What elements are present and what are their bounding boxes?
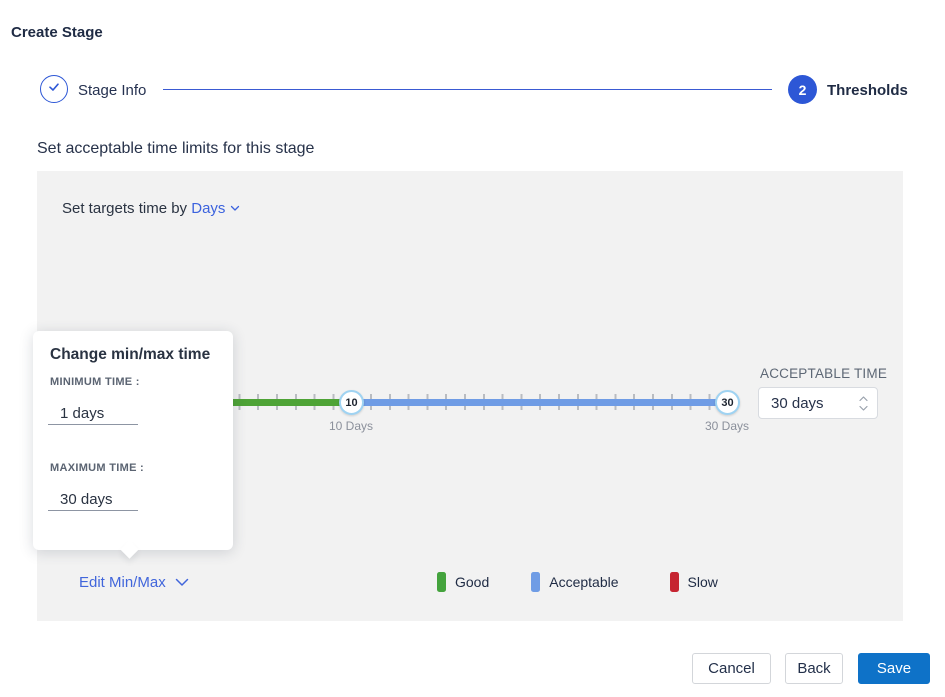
maximum-time-value[interactable]: 30 days [48, 483, 138, 508]
slow-swatch [670, 572, 679, 592]
step1-label[interactable]: Stage Info [78, 82, 146, 99]
legend-label: Acceptable [549, 574, 618, 590]
chevron-down-icon [175, 578, 189, 587]
chevron-down-icon[interactable] [230, 199, 240, 216]
threshold-legend: Good Acceptable Slow [437, 572, 718, 592]
target-time-prefix: Set targets time by [62, 200, 187, 217]
step2-label: Thresholds [827, 82, 908, 99]
slider-max-value-label: 30 Days [687, 419, 767, 433]
slider-min-handle[interactable]: 10 [339, 390, 364, 415]
edit-minmax-button[interactable]: Edit Min/Max [79, 574, 189, 591]
target-time-row: Set targets time by Days [62, 199, 240, 217]
maximum-time-input[interactable]: 30 days [48, 483, 138, 511]
acceptable-time-stepper[interactable] [859, 396, 877, 411]
back-button[interactable]: Back [785, 653, 843, 684]
legend-item-slow: Slow [670, 572, 718, 592]
legend-label: Good [455, 574, 489, 590]
edit-minmax-label: Edit Min/Max [79, 574, 166, 591]
legend-label: Slow [688, 574, 718, 590]
popup-title: Change min/max time [50, 346, 210, 364]
stepper-up-icon [859, 396, 868, 402]
minimum-time-value[interactable]: 1 days [48, 397, 138, 422]
slider-max-handle[interactable]: 30 [715, 390, 740, 415]
acceptable-time-input[interactable]: 30 days [758, 387, 878, 419]
change-minmax-popup: Change min/max time MINIMUM TIME : 1 day… [33, 331, 233, 550]
maximum-time-label: MAXIMUM TIME : [50, 462, 144, 474]
stepper-connector-line [163, 89, 772, 90]
acceptable-time-label: ACCEPTABLE TIME [760, 366, 887, 381]
step2-active-circle[interactable]: 2 [788, 75, 817, 104]
good-swatch [437, 572, 446, 592]
create-stage-screen: Create Stage Stage Info 2 Thresholds Set… [0, 0, 945, 697]
slider-track-acceptable-segment[interactable] [351, 399, 727, 406]
minimum-time-label: MINIMUM TIME : [50, 376, 140, 388]
stepper-down-icon [859, 405, 868, 411]
minimum-time-input[interactable]: 1 days [48, 397, 138, 425]
target-time-unit-dropdown[interactable]: Days [191, 200, 225, 217]
save-button[interactable]: Save [858, 653, 930, 684]
legend-item-acceptable: Acceptable [531, 572, 618, 592]
cancel-button[interactable]: Cancel [692, 653, 771, 684]
acceptable-time-value[interactable]: 30 days [759, 395, 859, 412]
step1-completed-circle[interactable] [40, 75, 68, 103]
acceptable-swatch [531, 572, 540, 592]
check-icon [47, 80, 61, 99]
section-heading: Set acceptable time limits for this stag… [37, 140, 314, 158]
page-title: Create Stage [11, 24, 103, 41]
slider-min-value-label: 10 Days [311, 419, 391, 433]
legend-item-good: Good [437, 572, 489, 592]
